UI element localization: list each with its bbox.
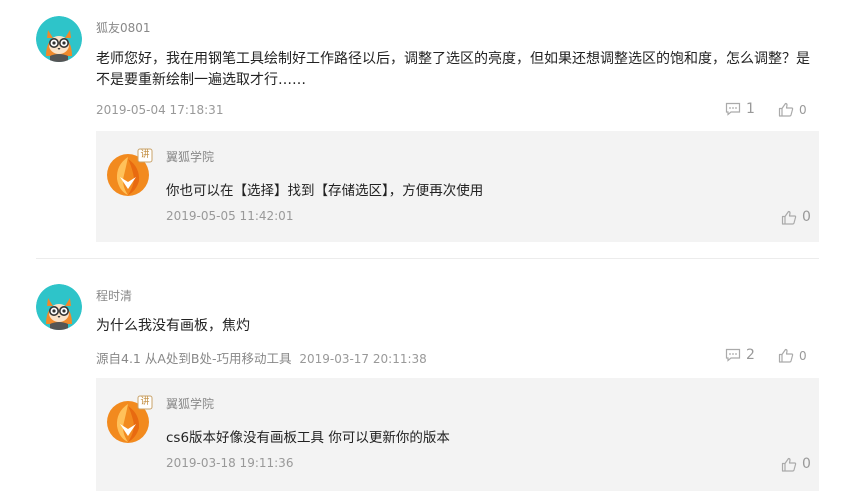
comment-username[interactable]: 程时清 (96, 287, 132, 304)
academy-logo[interactable]: 讲 (106, 147, 154, 199)
like-button[interactable]: 0 (778, 348, 807, 363)
comment-text-line: 不是要重新绘制一遍选取才行…… (96, 72, 306, 88)
reply-text: 你也可以在【选择】找到【存储选区】，方便再次使用 (166, 183, 484, 199)
comment-date: 2019-03-17 20:11:38 (299, 352, 427, 366)
user-avatar[interactable] (36, 16, 82, 62)
reply-count-button[interactable]: 2 (725, 347, 755, 363)
reply-text: cs6版本好像没有画板工具 你可以更新你的版本 (166, 430, 450, 446)
like-count: 0 (799, 348, 807, 363)
reply-box: 讲 翼狐学院 cs6版本好像没有画板工具 你可以更新你的版本 2019-03-1… (96, 378, 819, 491)
like-count: 0 (799, 102, 807, 117)
reply-count-button[interactable]: 1 (725, 101, 755, 117)
reply-like-count: 0 (802, 209, 811, 225)
teacher-badge: 讲 (140, 150, 150, 160)
comment-username[interactable]: 狐友0801 (96, 19, 151, 36)
like-button[interactable]: 0 (778, 102, 807, 117)
owl-avatar-icon (36, 284, 82, 330)
comment-item: 狐友0801 老师您好，我在用钢笔工具绘制好工作路径以后，调整了选区的亮度，但如… (0, 0, 858, 258)
comment-meta: 源自4.1 从A处到B处-巧用移动工具 2019-03-17 20:11:38 (96, 348, 427, 367)
reply-username[interactable]: 翼狐学院 (166, 395, 214, 412)
owl-avatar-icon (36, 16, 82, 62)
reply-like-button[interactable]: 0 (781, 456, 811, 472)
reply-count: 2 (746, 347, 755, 363)
reply-date: 2019-03-18 19:11:36 (166, 456, 294, 470)
comment-text-line: 为什么我没有画板，焦灼 (96, 318, 250, 334)
comment-text-line: 老师您好，我在用钢笔工具绘制好工作路径以后，调整了选区的亮度，但如果还想调整选区… (96, 51, 810, 67)
academy-logo[interactable]: 讲 (106, 394, 154, 446)
reply-date: 2019-05-05 11:42:01 (166, 209, 294, 223)
source-link[interactable]: 源自4.1 从A处到B处-巧用移动工具 (96, 351, 292, 366)
thumbs-up-icon (781, 210, 797, 225)
teacher-badge: 讲 (140, 397, 150, 407)
reply-like-button[interactable]: 0 (781, 209, 811, 225)
comment-text: 为什么我没有画板，焦灼 (96, 316, 821, 337)
comment-bubble-icon (725, 102, 741, 116)
comment-date: 2019-05-04 17:18:31 (96, 103, 224, 117)
reply-username[interactable]: 翼狐学院 (166, 148, 214, 165)
reply-like-count: 0 (802, 456, 811, 472)
comment-bubble-icon (725, 348, 741, 362)
reply-count: 1 (746, 101, 755, 117)
comment-item: 程时清 为什么我没有画板，焦灼 源自4.1 从A处到B处-巧用移动工具 2019… (0, 259, 858, 491)
reply-box: 讲 翼狐学院 你也可以在【选择】找到【存储选区】，方便再次使用 2019-05-… (96, 131, 819, 242)
user-avatar[interactable] (36, 284, 82, 330)
thumbs-up-icon (781, 457, 797, 472)
comment-text: 老师您好，我在用钢笔工具绘制好工作路径以后，调整了选区的亮度，但如果还想调整选区… (96, 49, 821, 91)
thumbs-up-icon (778, 102, 794, 117)
thumbs-up-icon (778, 348, 794, 363)
